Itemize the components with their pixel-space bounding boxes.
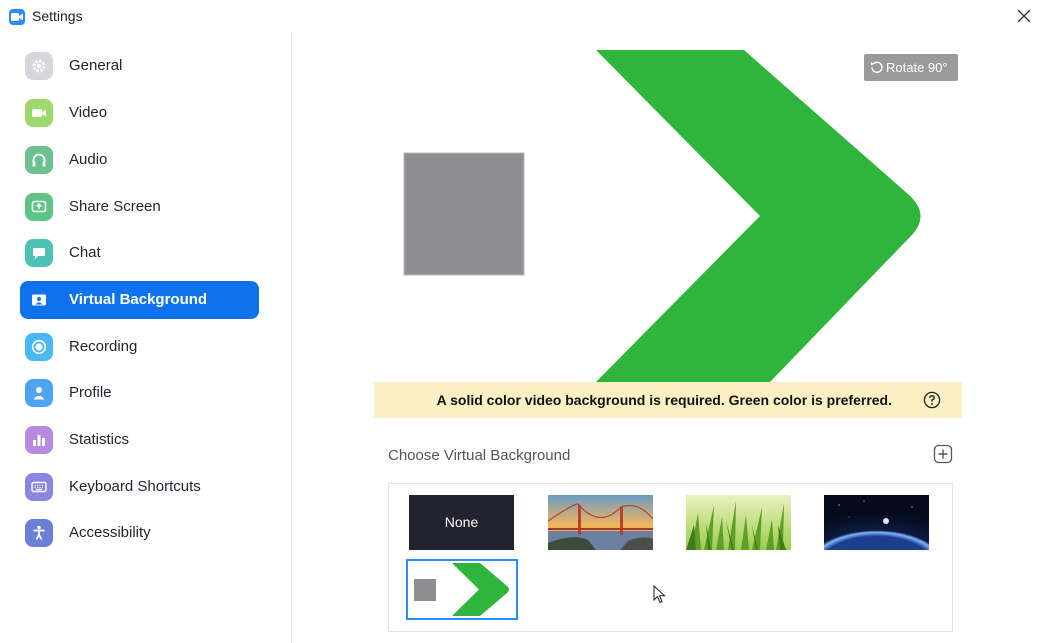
- question-circle-icon: [923, 391, 941, 409]
- sidebar-item-statistics[interactable]: Statistics: [20, 421, 259, 459]
- sidebar-item-keyboard-shortcuts[interactable]: Keyboard Shortcuts: [20, 468, 259, 506]
- background-thumb-golden-gate-bridge[interactable]: [548, 495, 653, 550]
- earth-from-space-image: [824, 495, 929, 550]
- sidebar-item-label: Chat: [69, 244, 101, 261]
- sidebar-item-label: Virtual Background: [69, 291, 208, 308]
- mouse-cursor-icon: [653, 584, 666, 609]
- background-gallery: None: [388, 483, 953, 632]
- background-thumb-none[interactable]: None: [409, 495, 514, 550]
- sidebar-item-label: Profile: [69, 384, 112, 401]
- video-camera-icon: [25, 99, 53, 127]
- headphones-icon: [25, 146, 53, 174]
- thumb-label: None: [444, 514, 479, 530]
- grass-image: [686, 495, 791, 550]
- background-thumb-grass[interactable]: [686, 495, 791, 550]
- sidebar-item-general[interactable]: General: [20, 47, 259, 85]
- sidebar-item-label: Audio: [69, 151, 108, 168]
- rotate-icon: [870, 61, 883, 73]
- golden-gate-bridge-image: [548, 495, 653, 550]
- sidebar-item-label: Statistics: [69, 431, 130, 448]
- sidebar-item-video[interactable]: Video: [20, 94, 259, 132]
- rotate-button[interactable]: Rotate 90°: [864, 54, 958, 81]
- bar-chart-icon: [25, 426, 53, 454]
- sidebar-item-share-screen[interactable]: Share Screen: [20, 188, 259, 226]
- record-icon: [25, 333, 53, 361]
- background-thumb-earth-from-space[interactable]: [824, 495, 929, 550]
- close-button[interactable]: [1014, 6, 1034, 26]
- choose-background-heading: Choose Virtual Background: [388, 447, 571, 464]
- help-button[interactable]: [923, 391, 941, 409]
- background-thumb-green-arrow[interactable]: [406, 559, 518, 620]
- sidebar-item-audio[interactable]: Audio: [20, 141, 259, 179]
- settings-sidebar: General Video Audio Share Screen Chat Vi…: [0, 32, 292, 643]
- notice-text: A solid color video background is requir…: [436, 392, 892, 408]
- gear-icon: [25, 52, 53, 80]
- virtual-background-panel: Rotate 90° A solid color video backgroun…: [293, 32, 1039, 643]
- close-icon: [1017, 9, 1031, 23]
- green-arrow-image: [408, 561, 516, 618]
- sidebar-item-profile[interactable]: Profile: [20, 374, 259, 412]
- sidebar-item-label: Recording: [69, 338, 138, 355]
- zoom-camera-icon: [9, 9, 25, 25]
- sidebar-item-label: Video: [69, 104, 108, 121]
- sidebar-item-accessibility[interactable]: Accessibility: [20, 514, 259, 552]
- add-background-button[interactable]: [933, 444, 953, 464]
- sidebar-item-chat[interactable]: Chat: [20, 234, 259, 272]
- sidebar-item-label: Share Screen: [69, 198, 161, 215]
- person-icon: [25, 379, 53, 407]
- plus-square-icon: [933, 444, 953, 464]
- sidebar-item-recording[interactable]: Recording: [20, 328, 259, 366]
- rotate-label: Rotate 90°: [886, 60, 948, 75]
- sidebar-item-label: Keyboard Shortcuts: [69, 478, 201, 495]
- video-preview: [374, 50, 962, 382]
- window-title: Settings: [32, 8, 83, 24]
- sidebar-item-virtual-background[interactable]: Virtual Background: [20, 281, 259, 319]
- title-bar: Settings: [0, 0, 1039, 32]
- notice-banner: A solid color video background is requir…: [374, 382, 962, 418]
- preview-background-image: [403, 50, 921, 382]
- keyboard-icon: [25, 473, 53, 501]
- accessibility-icon: [25, 519, 53, 547]
- share-screen-icon: [25, 193, 53, 221]
- sidebar-item-label: General: [69, 57, 123, 74]
- person-portrait-icon: [25, 286, 53, 314]
- sidebar-item-label: Accessibility: [69, 524, 151, 541]
- chat-bubble-icon: [25, 239, 53, 267]
